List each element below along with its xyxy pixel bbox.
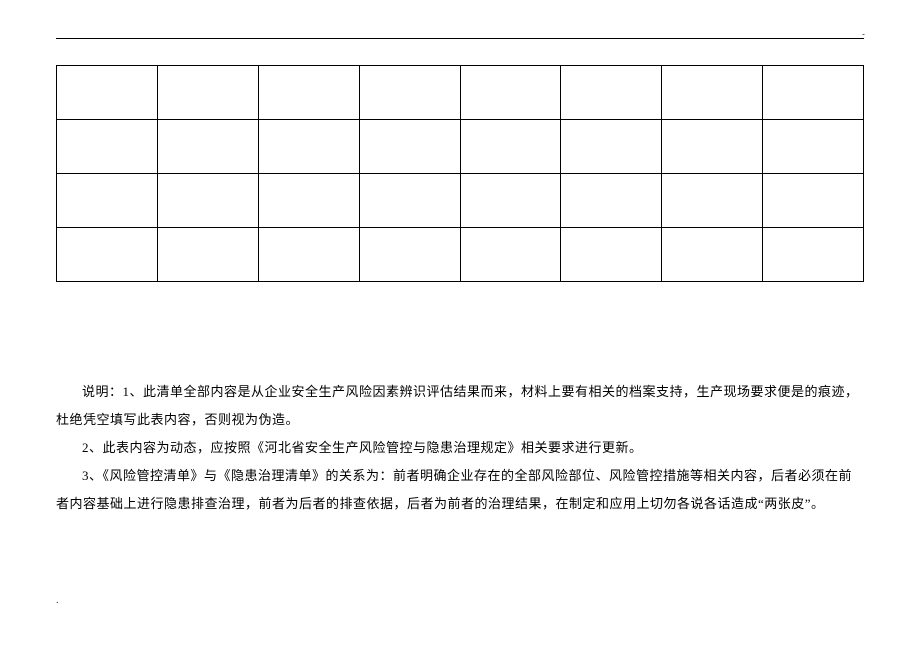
cell [561, 174, 662, 228]
cell [157, 66, 258, 120]
cell [359, 174, 460, 228]
header-rule [56, 38, 864, 39]
cell [157, 120, 258, 174]
cell [763, 228, 864, 282]
footer-mark: . [56, 595, 59, 606]
cell [57, 174, 158, 228]
table-row [57, 66, 864, 120]
table-row [57, 174, 864, 228]
note-2: 2、此表内容为动态，应按照《河北省安全生产风险管控与隐患治理规定》相关要求进行更… [56, 434, 864, 462]
cell [258, 66, 359, 120]
cell [359, 228, 460, 282]
cell [662, 228, 763, 282]
cell [359, 120, 460, 174]
cell [258, 120, 359, 174]
table-row [57, 120, 864, 174]
blank-table [56, 65, 864, 282]
page-corner-mark: .. [862, 28, 864, 37]
cell [57, 120, 158, 174]
cell [157, 228, 258, 282]
cell [662, 174, 763, 228]
cell [157, 174, 258, 228]
note-1: 说明：1、此清单全部内容是从企业安全生产风险因素辨识评估结果而来，材料上要有相关… [56, 378, 864, 434]
cell [460, 120, 561, 174]
cell [561, 66, 662, 120]
cell [662, 66, 763, 120]
cell [258, 228, 359, 282]
cell [662, 120, 763, 174]
cell [258, 174, 359, 228]
cell [460, 66, 561, 120]
data-table [56, 65, 864, 282]
cell [460, 174, 561, 228]
cell [561, 120, 662, 174]
cell [57, 66, 158, 120]
cell [359, 66, 460, 120]
cell [57, 228, 158, 282]
cell [763, 174, 864, 228]
note-3: 3、《风险管控清单》与《隐患治理清单》的关系为：前者明确企业存在的全部风险部位、… [56, 462, 864, 518]
cell [763, 120, 864, 174]
cell [763, 66, 864, 120]
notes-section: 说明：1、此清单全部内容是从企业安全生产风险因素辨识评估结果而来，材料上要有相关… [56, 378, 864, 518]
cell [561, 228, 662, 282]
table-row [57, 228, 864, 282]
cell [460, 228, 561, 282]
